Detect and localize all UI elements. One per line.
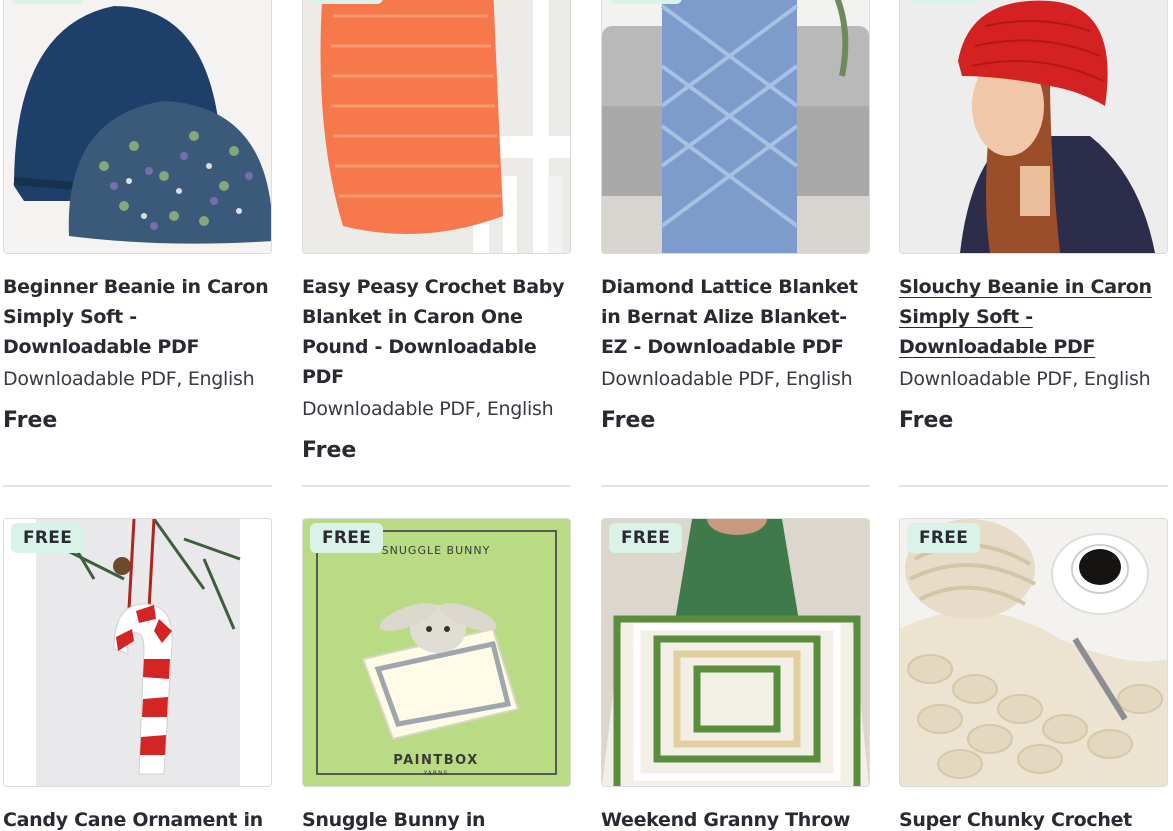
product-card: FREE Easy Peasy Crochet Baby Blanket in … xyxy=(302,0,571,468)
product-grid: FREE Beginner Beanie in Caron Simply Sof… xyxy=(0,0,1173,831)
candy-cane-image xyxy=(4,519,271,786)
chunky-throw-image xyxy=(900,519,1167,786)
product-image-granny-throw[interactable]: FREE xyxy=(601,518,870,787)
lattice-blanket-image xyxy=(602,0,869,253)
free-badge: FREE xyxy=(907,0,981,4)
product-image-diamond-lattice[interactable]: FREE xyxy=(601,0,870,254)
free-badge: FREE xyxy=(609,0,683,4)
product-format: Downloadable PDF, English xyxy=(302,398,554,420)
product-image-candy-cane[interactable]: FREE xyxy=(3,518,272,787)
product-title-link[interactable]: Super Chunky Crochet Throw xyxy=(899,805,1168,831)
product-format: Downloadable PDF, English xyxy=(3,368,255,390)
free-badge: FREE xyxy=(11,523,85,553)
product-title-link[interactable]: Slouchy Beanie in Caron Simply Soft - Do… xyxy=(899,272,1168,362)
card-divider xyxy=(302,485,571,487)
paintbox-yarns-text: YARNS xyxy=(423,770,449,777)
product-title-link[interactable]: Easy Peasy Crochet Baby Blanket in Caron… xyxy=(302,272,571,392)
product-price: Free xyxy=(302,438,357,463)
product-image-slouchy-beanie[interactable]: FREE xyxy=(899,0,1168,254)
product-title-link[interactable]: Weekend Granny Throw in xyxy=(601,805,870,831)
product-title-link[interactable]: Candy Cane Ornament in xyxy=(3,805,272,831)
free-badge: FREE xyxy=(310,0,384,4)
product-card: FREE Diamond Lattice Blanket in Bernat A… xyxy=(601,0,870,438)
product-format: Downloadable PDF, English xyxy=(899,368,1151,390)
slouchy-beanie-image xyxy=(900,0,1167,253)
product-image-beginner-beanie[interactable]: FREE xyxy=(3,0,272,254)
product-format: Downloadable PDF, English xyxy=(601,368,853,390)
snuggle-bunny-cover-title: SNUGGLE BUNNY xyxy=(382,544,491,557)
product-price: Free xyxy=(3,408,58,433)
free-badge: FREE xyxy=(310,523,384,553)
product-card: FREE Weekend Granny Throw in xyxy=(601,518,870,831)
orange-blanket-image xyxy=(303,0,570,253)
product-image-snuggle-bunny[interactable]: SNUGGLE BUNNY PAINTBOX YARNS FREE xyxy=(302,518,571,787)
free-badge: FREE xyxy=(609,523,683,553)
product-title-link[interactable]: Diamond Lattice Blanket in Bernat Alize … xyxy=(601,272,870,362)
product-price: Free xyxy=(899,408,954,433)
paintbox-brand-text: PAINTBOX xyxy=(393,753,479,768)
product-card: FREE Slouchy Beanie in Caron Simply Soft… xyxy=(899,0,1168,438)
product-card: FREE Beginner Beanie in Caron Simply Sof… xyxy=(3,0,272,438)
product-card: FREE Super Chunky Crochet Throw xyxy=(899,518,1168,831)
free-badge: FREE xyxy=(907,523,981,553)
card-divider xyxy=(3,485,272,487)
card-divider xyxy=(899,485,1168,487)
product-price: Free xyxy=(601,408,656,433)
card-divider xyxy=(601,485,870,487)
snuggle-bunny-image: SNUGGLE BUNNY PAINTBOX YARNS xyxy=(303,519,570,786)
product-card: FREE Candy Cane Ornament in xyxy=(3,518,272,831)
product-image-chunky-throw[interactable]: FREE xyxy=(899,518,1168,787)
free-badge: FREE xyxy=(11,0,85,4)
product-card: SNUGGLE BUNNY PAINTBOX YARNS FREE Snuggl… xyxy=(302,518,571,831)
product-image-baby-blanket[interactable]: FREE xyxy=(302,0,571,254)
product-title-link[interactable]: Snuggle Bunny in Paintbox xyxy=(302,805,571,831)
beanies-image xyxy=(4,0,271,253)
product-title-link[interactable]: Beginner Beanie in Caron Simply Soft - D… xyxy=(3,272,272,362)
granny-throw-image xyxy=(602,519,869,786)
